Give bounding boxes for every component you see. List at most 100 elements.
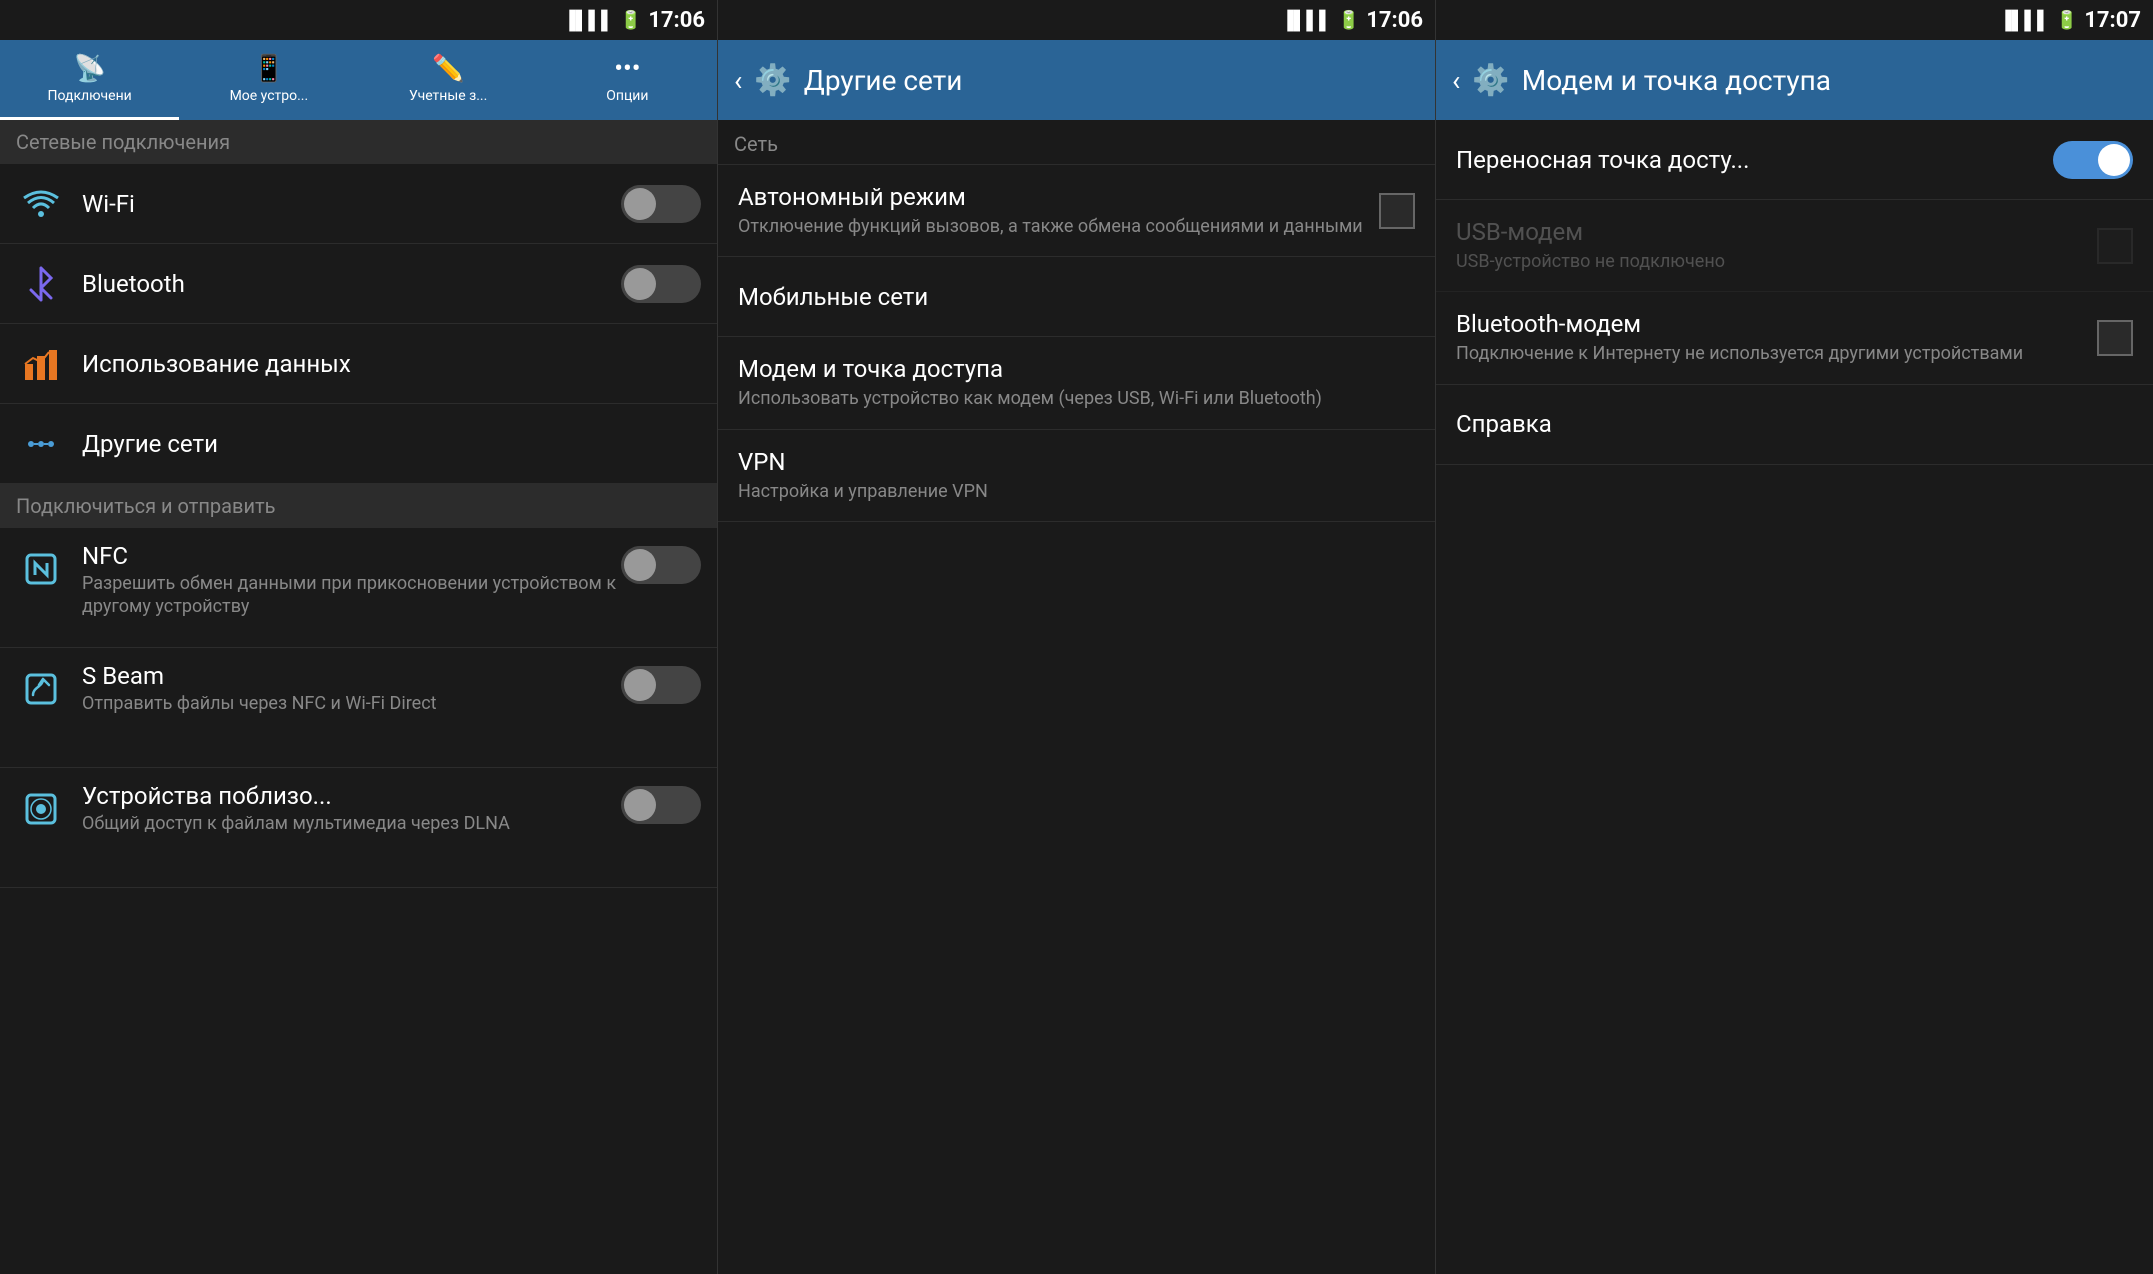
back-button-2[interactable]: ‹ xyxy=(734,64,742,97)
usbmodem-checkbox[interactable] xyxy=(2097,228,2133,264)
signal-icon-3: ▐▌▌▌ xyxy=(1999,10,2050,31)
battery-icon-2: 🔋 xyxy=(1338,10,1360,31)
tethering-subtitle: Использовать устройство как модем (через… xyxy=(738,387,1415,410)
btmodem-checkbox[interactable] xyxy=(2097,320,2133,356)
usbmodem-subtitle: USB-устройство не подключено xyxy=(1456,250,2085,273)
vpn-text: VPN Настройка и управление VPN xyxy=(738,448,1415,503)
tab-connections[interactable]: 📡 Подключени xyxy=(0,40,179,120)
mobile-text: Мобильные сети xyxy=(738,283,1415,311)
hotspot-item[interactable]: Переносная точка досту... xyxy=(1436,120,2153,200)
airplane-mode-item[interactable]: Автономный режим Отключение функций вызо… xyxy=(718,165,1435,257)
connect-section-header: Подключиться и отправить xyxy=(0,484,717,528)
sbeam-title: S Beam xyxy=(82,662,621,690)
othernets-text: Другие сети xyxy=(82,430,701,458)
tab-accounts-icon: ✏️ xyxy=(432,54,464,84)
wifi-icon xyxy=(16,179,66,229)
wifi-text: Wi-Fi xyxy=(82,190,621,218)
tab-accounts-label: Учетные з... xyxy=(409,88,487,104)
help-item[interactable]: Справка xyxy=(1436,385,2153,465)
tethering-text: Модем и точка доступа Использовать устро… xyxy=(738,355,1415,410)
tab-connections-label: Подключени xyxy=(48,88,132,104)
bluetooth-icon xyxy=(16,259,66,309)
time-3: 17:07 xyxy=(2084,8,2141,33)
nfc-subtitle: Разрешить обмен данными при прикосновени… xyxy=(82,572,621,619)
vpn-title: VPN xyxy=(738,448,1415,476)
wifi-toggle-knob xyxy=(624,188,656,220)
tab-mydevice-label: Мое устро... xyxy=(230,88,309,104)
panel-other-networks: ▐▌▌▌ 🔋 17:06 ‹ ⚙️ Другие сети Сеть Автон… xyxy=(718,0,1436,1274)
status-bar-1: ▐▌▌▌ 🔋 17:06 xyxy=(0,0,717,40)
wifi-item[interactable]: Wi-Fi xyxy=(0,164,717,244)
nfc-toggle[interactable] xyxy=(621,546,701,584)
panel2-header: ‹ ⚙️ Другие сети xyxy=(718,40,1435,120)
tab-accounts[interactable]: ✏️ Учетные з... xyxy=(359,40,538,120)
tab-connections-icon: 📡 xyxy=(73,54,105,84)
back-button-3[interactable]: ‹ xyxy=(1452,64,1460,97)
network-label-2: Сеть xyxy=(718,120,1435,165)
help-text: Справка xyxy=(1456,410,2133,438)
signal-icon-2: ▐▌▌▌ xyxy=(1281,10,1332,31)
bluetooth-item[interactable]: Bluetooth xyxy=(0,244,717,324)
tab-options[interactable]: ••• Опции xyxy=(538,40,717,120)
nearby-title: Устройства поблизо... xyxy=(82,782,621,810)
settings-icon-2: ⚙️ xyxy=(754,63,791,98)
sbeam-toggle[interactable] xyxy=(621,666,701,704)
nfc-title: NFC xyxy=(82,542,621,570)
airplane-checkbox[interactable] xyxy=(1379,193,1415,229)
nearby-text: Устройства поблизо... Общий доступ к фай… xyxy=(82,782,621,835)
hotspot-toggle[interactable] xyxy=(2053,141,2133,179)
time-2: 17:06 xyxy=(1366,8,1423,33)
nearby-item[interactable]: Устройства поблизо... Общий доступ к фай… xyxy=(0,768,717,888)
battery-icon-3: 🔋 xyxy=(2056,10,2078,31)
panel3-title: Модем и точка доступа xyxy=(1522,64,1831,97)
datausage-title: Использование данных xyxy=(82,350,701,378)
airplane-title: Автономный режим xyxy=(738,183,1367,211)
nearby-subtitle: Общий доступ к файлам мультимедиа через … xyxy=(82,812,621,835)
vpn-subtitle: Настройка и управление VPN xyxy=(738,480,1415,503)
sbeam-text: S Beam Отправить файлы через NFC и Wi-Fi… xyxy=(82,662,621,715)
wifi-toggle[interactable] xyxy=(621,185,701,223)
tethering-title: Модем и точка доступа xyxy=(738,355,1415,383)
nfc-icon xyxy=(16,544,66,594)
datausage-text: Использование данных xyxy=(82,350,701,378)
network-section-label: Сетевые подключения xyxy=(16,130,230,154)
airplane-subtitle: Отключение функций вызовов, а также обме… xyxy=(738,215,1367,238)
hotspot-title: Переносная точка досту... xyxy=(1456,146,2041,174)
nearby-toggle-knob xyxy=(624,789,656,821)
bluetooth-title: Bluetooth xyxy=(82,270,621,298)
network-section-header: Сетевые подключения xyxy=(0,120,717,164)
othernets-title: Другие сети xyxy=(82,430,701,458)
connect-section-label: Подключиться и отправить xyxy=(16,494,275,518)
othernets-item[interactable]: Другие сети xyxy=(0,404,717,484)
nfc-text: NFC Разрешить обмен данными при прикосно… xyxy=(82,542,621,619)
settings-icon-3: ⚙️ xyxy=(1472,63,1509,98)
othernets-icon xyxy=(16,419,66,469)
status-bar-3: ▐▌▌▌ 🔋 17:07 xyxy=(1436,0,2153,40)
bluetooth-toggle-knob xyxy=(624,268,656,300)
datausage-item[interactable]: Использование данных xyxy=(0,324,717,404)
wifi-title: Wi-Fi xyxy=(82,190,621,218)
btmodem-item[interactable]: Bluetooth-модем Подключение к Интернету … xyxy=(1436,292,2153,384)
battery-icon-1: 🔋 xyxy=(620,10,642,31)
mobile-networks-item[interactable]: Мобильные сети xyxy=(718,257,1435,337)
nfc-item[interactable]: NFC Разрешить обмен данными при прикосно… xyxy=(0,528,717,648)
tab-mydevice[interactable]: 📱 Мое устро... xyxy=(179,40,358,120)
bluetooth-toggle[interactable] xyxy=(621,265,701,303)
tethering-item[interactable]: Модем и точка доступа Использовать устро… xyxy=(718,337,1435,429)
sbeam-icon xyxy=(16,664,66,714)
nearby-toggle[interactable] xyxy=(621,786,701,824)
tab-options-icon: ••• xyxy=(614,54,640,84)
hotspot-text: Переносная точка досту... xyxy=(1456,146,2041,174)
usbmodem-item[interactable]: USB-модем USB-устройство не подключено xyxy=(1436,200,2153,292)
nfc-toggle-knob xyxy=(624,549,656,581)
vpn-item[interactable]: VPN Настройка и управление VPN xyxy=(718,430,1435,522)
panel3-header: ‹ ⚙️ Модем и точка доступа xyxy=(1436,40,2153,120)
usbmodem-text: USB-модем USB-устройство не подключено xyxy=(1456,218,2085,273)
airplane-text: Автономный режим Отключение функций вызо… xyxy=(738,183,1367,238)
panel-connections: ▐▌▌▌ 🔋 17:06 📡 Подключени 📱 Мое устро...… xyxy=(0,0,718,1274)
datausage-icon xyxy=(16,339,66,389)
hotspot-toggle-knob xyxy=(2098,144,2130,176)
sbeam-item[interactable]: S Beam Отправить файлы через NFC и Wi-Fi… xyxy=(0,648,717,768)
network-label-2-text: Сеть xyxy=(734,132,778,156)
help-title: Справка xyxy=(1456,410,2133,438)
